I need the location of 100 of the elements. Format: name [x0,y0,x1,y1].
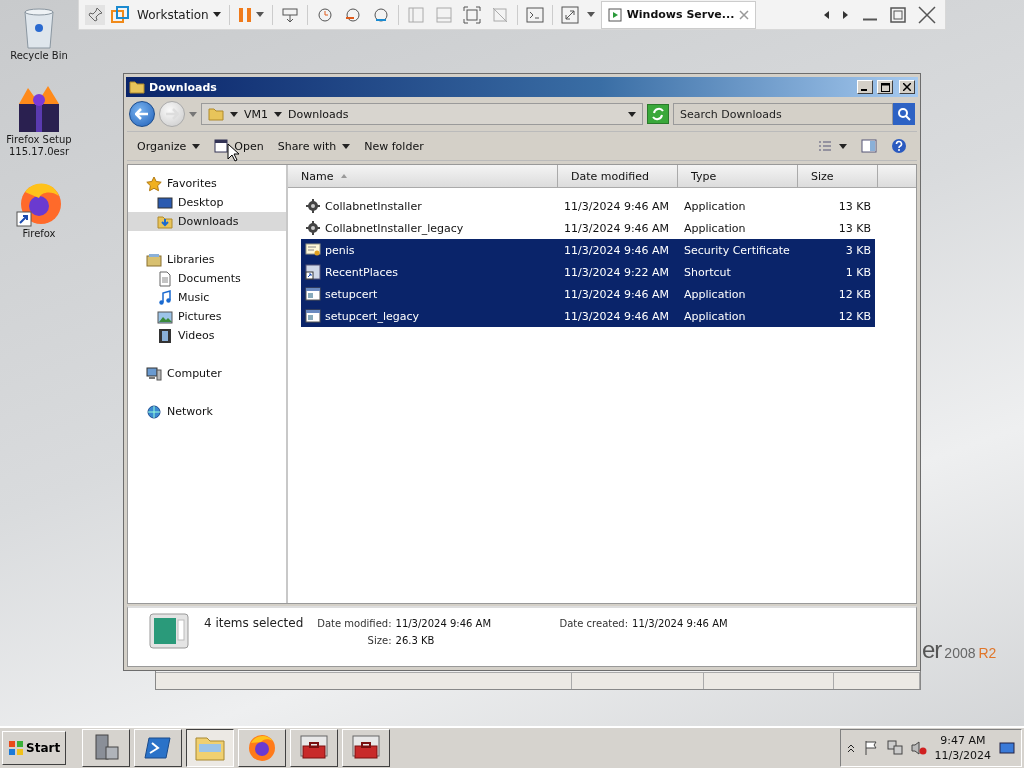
maximize-icon [889,5,907,24]
stretch-button[interactable] [558,3,581,26]
search-button[interactable] [893,103,915,125]
close-button[interactable] [899,80,915,94]
vm-tab[interactable]: Windows Serve... [600,0,757,29]
nav-item[interactable]: Documents [128,269,286,288]
pause-icon [237,5,252,24]
nav-item[interactable]: Favorites [128,174,286,193]
stretch-icon [560,5,579,24]
column-header[interactable]: Type [678,165,798,187]
back-button[interactable] [129,101,155,127]
nav-item[interactable]: Libraries [128,250,286,269]
file-size: 13 KB [838,221,871,235]
nav-item[interactable]: Network [128,402,286,421]
maximize-icon [880,82,890,92]
film-icon [157,327,173,344]
preview-pane-button[interactable] [861,136,877,156]
caret-icon [586,12,595,17]
nav-item[interactable]: Downloads [128,212,286,231]
start-button[interactable]: Start [2,731,67,765]
file-row[interactable]: CollabnetInstaller 11/3/2024 9:46 AM Application 13 KB [301,195,875,217]
desktop-icon-label[interactable]: Recycle Bin [3,50,75,62]
caret-icon [342,143,351,149]
caret-icon [628,111,636,117]
date-modified: 11/3/2024 9:46 AM [564,243,670,257]
address-bar[interactable]: VM1 Downloads [201,103,643,125]
command-button[interactable]: Share with [277,137,351,155]
full-screen-icon [462,5,481,24]
application-window-icon [305,308,321,324]
nav-item[interactable]: Music [128,288,286,307]
network-icon [146,403,162,420]
nav-item[interactable]: Computer [128,364,286,383]
nav-item[interactable]: Pictures [128,307,286,326]
file-row[interactable]: setupcert_legacy 11/3/2024 9:46 AM Application 12 KB [301,305,875,327]
caret-icon [274,111,282,117]
file-size: 3 KB [845,243,871,257]
details-view-icon [817,138,833,154]
branding-version: 2008 [944,645,976,661]
terminal-icon [144,735,173,761]
open-file-icon [214,139,229,153]
search-field[interactable]: Search Downloads [673,103,893,125]
sidebar-icon [406,5,425,24]
date-modified: 11/3/2024 9:46 AM [564,309,670,323]
command-button[interactable]: Organize [137,137,201,155]
maximize-button[interactable] [877,80,893,94]
breadcrumb-item[interactable]: VM1 [244,107,268,121]
desktop-icon-label[interactable]: Firefox [3,228,75,240]
preview-pane-icon [861,138,877,154]
desktop-icon [157,194,173,211]
detail-value: 26.3 KB [395,635,436,646]
taskbar-app[interactable] [186,729,235,767]
file-name: penis [325,243,355,257]
show-desktop-icon [999,742,1015,754]
command-button[interactable]: Open [214,137,264,155]
caret-icon [192,143,201,149]
downloads-folder-icon [157,213,173,230]
nav-item[interactable]: Desktop [128,193,286,212]
folder-icon [129,79,145,95]
refresh-icon [651,107,665,121]
pin-icon [87,6,103,23]
minimize-button[interactable] [857,80,873,94]
thumbnail-bar-icon [434,5,453,24]
column-header[interactable]: Size [798,165,878,187]
column-header[interactable]: Name [288,165,558,187]
caret-icon [255,12,264,17]
file-name: CollabnetInstaller [325,199,422,213]
console-icon [525,5,544,24]
detail-label: Size: [366,635,392,646]
folder-icon [208,106,224,122]
clock-date: 11/3/2024 [934,748,991,763]
date-modified: 11/3/2024 9:46 AM [564,199,670,213]
desktop-icon-label[interactable]: Firefox Setup 115.17.0esr [3,134,75,158]
snapshot-icon [315,5,334,24]
column-header[interactable]: Date modified [558,165,678,187]
caret-icon [212,12,221,17]
file-size: 12 KB [838,287,871,301]
flag-icon [862,740,879,756]
file-row[interactable]: CollabnetInstaller_legacy 11/3/2024 9:46 AM Application 13 KB [301,217,875,239]
file-name: RecentPlaces [325,265,398,279]
nav-item[interactable]: Videos [128,326,286,345]
file-row[interactable]: penis 11/3/2024 9:46 AM Security Certificate 3 KB [301,239,875,261]
file-row[interactable]: setupcert 11/3/2024 9:46 AM Application 12 KB [301,283,875,305]
detail-label: Date created: [558,618,629,629]
breadcrumb-item[interactable]: Downloads [288,107,349,121]
caret-icon [189,111,197,117]
gift-box-icon [16,84,62,134]
file-row[interactable]: RecentPlaces 11/3/2024 9:22 AM Shortcut 1 KB [301,261,875,283]
branding-edition: R2 [978,645,997,661]
workstation-menu[interactable]: Workstation [135,5,223,24]
detail-label: Date modified: [317,618,392,629]
selection-summary: 4 items selected [204,616,304,630]
file-size: 12 KB [838,309,871,323]
help-button[interactable] [891,136,907,156]
picture-icon [157,308,173,325]
pin-button[interactable] [85,4,105,25]
command-button[interactable]: New folder [364,137,424,155]
sort-arrow-icon [341,174,348,178]
toolbox-icon [351,734,382,762]
refresh-button[interactable] [647,104,669,124]
close-button[interactable] [915,3,939,26]
